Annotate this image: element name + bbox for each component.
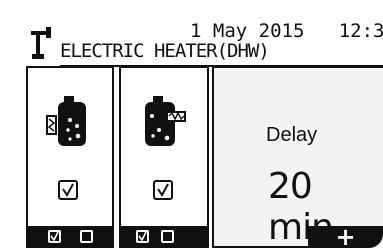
increase-button[interactable]: + bbox=[308, 223, 383, 248]
softkey-1[interactable] bbox=[26, 226, 114, 248]
check-icon bbox=[138, 232, 147, 241]
date-display: 1 May 2015 bbox=[190, 20, 305, 42]
off-selector-box bbox=[161, 230, 174, 243]
softkey-2[interactable] bbox=[119, 226, 209, 248]
page-title: ELECTRIC HEATER(DHW) bbox=[60, 40, 270, 62]
immersion-heater-panel[interactable] bbox=[119, 66, 209, 248]
plus-label: + bbox=[335, 223, 356, 248]
delay-label: Delay bbox=[266, 124, 318, 146]
check-icon bbox=[62, 183, 74, 197]
immersion-heater-icon bbox=[145, 96, 186, 146]
off-selector-box bbox=[80, 230, 93, 243]
date-time: 1 May 2015 12:30 bbox=[190, 20, 383, 42]
booster-heater-icon bbox=[46, 96, 86, 146]
header: 1 May 2015 12:30 ELECTRIC HEATER(DHW) bbox=[0, 0, 383, 72]
booster-heater-panel[interactable] bbox=[26, 66, 114, 248]
delay-panel[interactable]: Delay 20 min. bbox=[212, 66, 383, 248]
immersion-heater-checkbox[interactable] bbox=[153, 180, 173, 200]
time-display: 12:30 bbox=[338, 20, 383, 42]
on-selector-box bbox=[136, 230, 149, 243]
check-icon bbox=[50, 232, 59, 241]
on-selector-box bbox=[48, 230, 61, 243]
booster-heater-checkbox[interactable] bbox=[58, 180, 78, 200]
check-icon bbox=[157, 183, 169, 197]
controller-screen: 1 May 2015 12:30 ELECTRIC HEATER(DHW) bbox=[0, 0, 383, 248]
